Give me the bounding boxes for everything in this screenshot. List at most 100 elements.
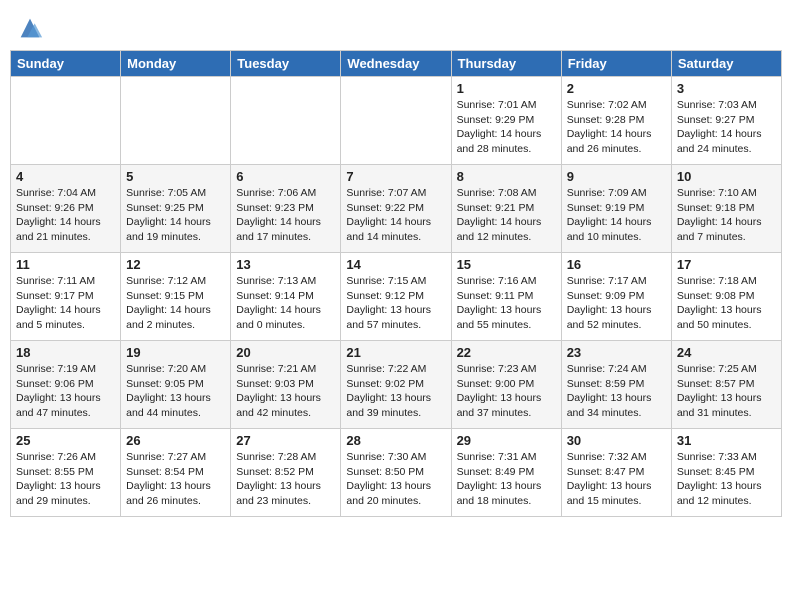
day-number: 29 bbox=[457, 433, 556, 448]
calendar-day-cell: 29Sunrise: 7:31 AM Sunset: 8:49 PM Dayli… bbox=[451, 429, 561, 517]
calendar-day-cell bbox=[11, 77, 121, 165]
day-info: Sunrise: 7:08 AM Sunset: 9:21 PM Dayligh… bbox=[457, 186, 556, 245]
day-number: 10 bbox=[677, 169, 776, 184]
day-info: Sunrise: 7:18 AM Sunset: 9:08 PM Dayligh… bbox=[677, 274, 776, 333]
day-info: Sunrise: 7:03 AM Sunset: 9:27 PM Dayligh… bbox=[677, 98, 776, 157]
day-number: 27 bbox=[236, 433, 335, 448]
calendar-day-cell: 8Sunrise: 7:08 AM Sunset: 9:21 PM Daylig… bbox=[451, 165, 561, 253]
day-number: 12 bbox=[126, 257, 225, 272]
day-info: Sunrise: 7:16 AM Sunset: 9:11 PM Dayligh… bbox=[457, 274, 556, 333]
calendar-table: SundayMondayTuesdayWednesdayThursdayFrid… bbox=[10, 50, 782, 517]
calendar-day-cell: 20 Sunrise: 7:21 AM Sunset: 9:03 PM Dayli… bbox=[231, 341, 341, 429]
day-number: 20 bbox=[236, 345, 335, 360]
calendar-day-cell: 13 Sunrise: 7:13 AM Sunset: 9:14 PM Dayli… bbox=[231, 253, 341, 341]
calendar-day-cell bbox=[231, 77, 341, 165]
day-of-week-header: Thursday bbox=[451, 51, 561, 77]
calendar-day-cell: 31Sunrise: 7:33 AM Sunset: 8:45 PM Dayli… bbox=[671, 429, 781, 517]
day-number: 21 bbox=[346, 345, 445, 360]
calendar-week-row: 18 Sunrise: 7:19 AM Sunset: 9:06 PM Dayli… bbox=[11, 341, 782, 429]
day-number: 23 bbox=[567, 345, 666, 360]
day-info: Sunrise: 7:20 AM Sunset: 9:05 PM Dayligh… bbox=[126, 362, 225, 421]
calendar-week-row: 4Sunrise: 7:04 AM Sunset: 9:26 PM Daylig… bbox=[11, 165, 782, 253]
day-info: Sunrise: 7:21 AM Sunset: 9:03 PM Dayligh… bbox=[236, 362, 335, 421]
day-info: Sunrise: 7:32 AM Sunset: 8:47 PM Dayligh… bbox=[567, 450, 666, 509]
day-of-week-header: Monday bbox=[121, 51, 231, 77]
day-info: Sunrise: 7:28 AM Sunset: 8:52 PM Dayligh… bbox=[236, 450, 335, 509]
day-info: Sunrise: 7:07 AM Sunset: 9:22 PM Dayligh… bbox=[346, 186, 445, 245]
day-info: Sunrise: 7:22 AM Sunset: 9:02 PM Dayligh… bbox=[346, 362, 445, 421]
calendar-day-cell: 7 Sunrise: 7:07 AM Sunset: 9:22 PM Daylig… bbox=[341, 165, 451, 253]
calendar-week-row: 25 Sunrise: 7:26 AM Sunset: 8:55 PM Dayli… bbox=[11, 429, 782, 517]
calendar-day-cell: 12 Sunrise: 7:12 AM Sunset: 9:15 PM Dayli… bbox=[121, 253, 231, 341]
day-number: 6 bbox=[236, 169, 335, 184]
day-number: 2 bbox=[567, 81, 666, 96]
day-of-week-header: Tuesday bbox=[231, 51, 341, 77]
calendar-day-cell: 1 Sunrise: 7:01 AM Sunset: 9:29 PM Daylig… bbox=[451, 77, 561, 165]
calendar-day-cell: 3 Sunrise: 7:03 AM Sunset: 9:27 PM Daylig… bbox=[671, 77, 781, 165]
day-of-week-header: Friday bbox=[561, 51, 671, 77]
day-info: Sunrise: 7:17 AM Sunset: 9:09 PM Dayligh… bbox=[567, 274, 666, 333]
calendar-day-cell: 30 Sunrise: 7:32 AM Sunset: 8:47 PM Dayli… bbox=[561, 429, 671, 517]
calendar-day-cell: 4Sunrise: 7:04 AM Sunset: 9:26 PM Daylig… bbox=[11, 165, 121, 253]
calendar-week-row: 11 Sunrise: 7:11 AM Sunset: 9:17 PM Dayli… bbox=[11, 253, 782, 341]
calendar-day-cell bbox=[341, 77, 451, 165]
day-number: 16 bbox=[567, 257, 666, 272]
day-number: 22 bbox=[457, 345, 556, 360]
day-number: 26 bbox=[126, 433, 225, 448]
day-number: 3 bbox=[677, 81, 776, 96]
day-info: Sunrise: 7:26 AM Sunset: 8:55 PM Dayligh… bbox=[16, 450, 115, 509]
day-number: 19 bbox=[126, 345, 225, 360]
day-info: Sunrise: 7:30 AM Sunset: 8:50 PM Dayligh… bbox=[346, 450, 445, 509]
calendar-day-cell: 22 Sunrise: 7:23 AM Sunset: 9:00 PM Dayli… bbox=[451, 341, 561, 429]
day-info: Sunrise: 7:27 AM Sunset: 8:54 PM Dayligh… bbox=[126, 450, 225, 509]
calendar-day-cell: 5 Sunrise: 7:05 AM Sunset: 9:25 PM Daylig… bbox=[121, 165, 231, 253]
day-info: Sunrise: 7:12 AM Sunset: 9:15 PM Dayligh… bbox=[126, 274, 225, 333]
day-number: 17 bbox=[677, 257, 776, 272]
day-info: Sunrise: 7:01 AM Sunset: 9:29 PM Dayligh… bbox=[457, 98, 556, 157]
calendar-day-cell: 23 Sunrise: 7:24 AM Sunset: 8:59 PM Dayli… bbox=[561, 341, 671, 429]
calendar-day-cell: 28 Sunrise: 7:30 AM Sunset: 8:50 PM Dayli… bbox=[341, 429, 451, 517]
day-info: Sunrise: 7:19 AM Sunset: 9:06 PM Dayligh… bbox=[16, 362, 115, 421]
day-number: 31 bbox=[677, 433, 776, 448]
day-number: 30 bbox=[567, 433, 666, 448]
day-info: Sunrise: 7:02 AM Sunset: 9:28 PM Dayligh… bbox=[567, 98, 666, 157]
day-number: 5 bbox=[126, 169, 225, 184]
calendar-day-cell: 24 Sunrise: 7:25 AM Sunset: 8:57 PM Dayli… bbox=[671, 341, 781, 429]
day-info: Sunrise: 7:09 AM Sunset: 9:19 PM Dayligh… bbox=[567, 186, 666, 245]
day-of-week-header: Wednesday bbox=[341, 51, 451, 77]
day-number: 15 bbox=[457, 257, 556, 272]
day-number: 1 bbox=[457, 81, 556, 96]
day-info: Sunrise: 7:10 AM Sunset: 9:18 PM Dayligh… bbox=[677, 186, 776, 245]
day-number: 14 bbox=[346, 257, 445, 272]
day-number: 24 bbox=[677, 345, 776, 360]
day-number: 25 bbox=[16, 433, 115, 448]
day-number: 7 bbox=[346, 169, 445, 184]
calendar-day-cell: 17 Sunrise: 7:18 AM Sunset: 9:08 PM Dayli… bbox=[671, 253, 781, 341]
day-number: 18 bbox=[16, 345, 115, 360]
day-info: Sunrise: 7:05 AM Sunset: 9:25 PM Dayligh… bbox=[126, 186, 225, 245]
day-of-week-header: Sunday bbox=[11, 51, 121, 77]
day-number: 4 bbox=[16, 169, 115, 184]
calendar-day-cell: 16 Sunrise: 7:17 AM Sunset: 9:09 PM Dayli… bbox=[561, 253, 671, 341]
day-number: 28 bbox=[346, 433, 445, 448]
logo-icon bbox=[16, 14, 44, 42]
calendar-day-cell: 10 Sunrise: 7:10 AM Sunset: 9:18 PM Dayli… bbox=[671, 165, 781, 253]
day-info: Sunrise: 7:13 AM Sunset: 9:14 PM Dayligh… bbox=[236, 274, 335, 333]
calendar-day-cell: 15 Sunrise: 7:16 AM Sunset: 9:11 PM Dayli… bbox=[451, 253, 561, 341]
calendar-day-cell: 27 Sunrise: 7:28 AM Sunset: 8:52 PM Dayli… bbox=[231, 429, 341, 517]
calendar-day-cell: 18 Sunrise: 7:19 AM Sunset: 9:06 PM Dayli… bbox=[11, 341, 121, 429]
day-info: Sunrise: 7:06 AM Sunset: 9:23 PM Dayligh… bbox=[236, 186, 335, 245]
day-info: Sunrise: 7:24 AM Sunset: 8:59 PM Dayligh… bbox=[567, 362, 666, 421]
day-info: Sunrise: 7:25 AM Sunset: 8:57 PM Dayligh… bbox=[677, 362, 776, 421]
calendar-day-cell: 21 Sunrise: 7:22 AM Sunset: 9:02 PM Dayli… bbox=[341, 341, 451, 429]
calendar-day-cell: 25 Sunrise: 7:26 AM Sunset: 8:55 PM Dayli… bbox=[11, 429, 121, 517]
page-header bbox=[10, 10, 782, 42]
calendar-day-cell: 2 Sunrise: 7:02 AM Sunset: 9:28 PM Daylig… bbox=[561, 77, 671, 165]
calendar-day-cell: 19 Sunrise: 7:20 AM Sunset: 9:05 PM Dayli… bbox=[121, 341, 231, 429]
calendar-header-row: SundayMondayTuesdayWednesdayThursdayFrid… bbox=[11, 51, 782, 77]
day-number: 11 bbox=[16, 257, 115, 272]
day-info: Sunrise: 7:23 AM Sunset: 9:00 PM Dayligh… bbox=[457, 362, 556, 421]
calendar-week-row: 1 Sunrise: 7:01 AM Sunset: 9:29 PM Daylig… bbox=[11, 77, 782, 165]
day-number: 13 bbox=[236, 257, 335, 272]
day-info: Sunrise: 7:11 AM Sunset: 9:17 PM Dayligh… bbox=[16, 274, 115, 333]
